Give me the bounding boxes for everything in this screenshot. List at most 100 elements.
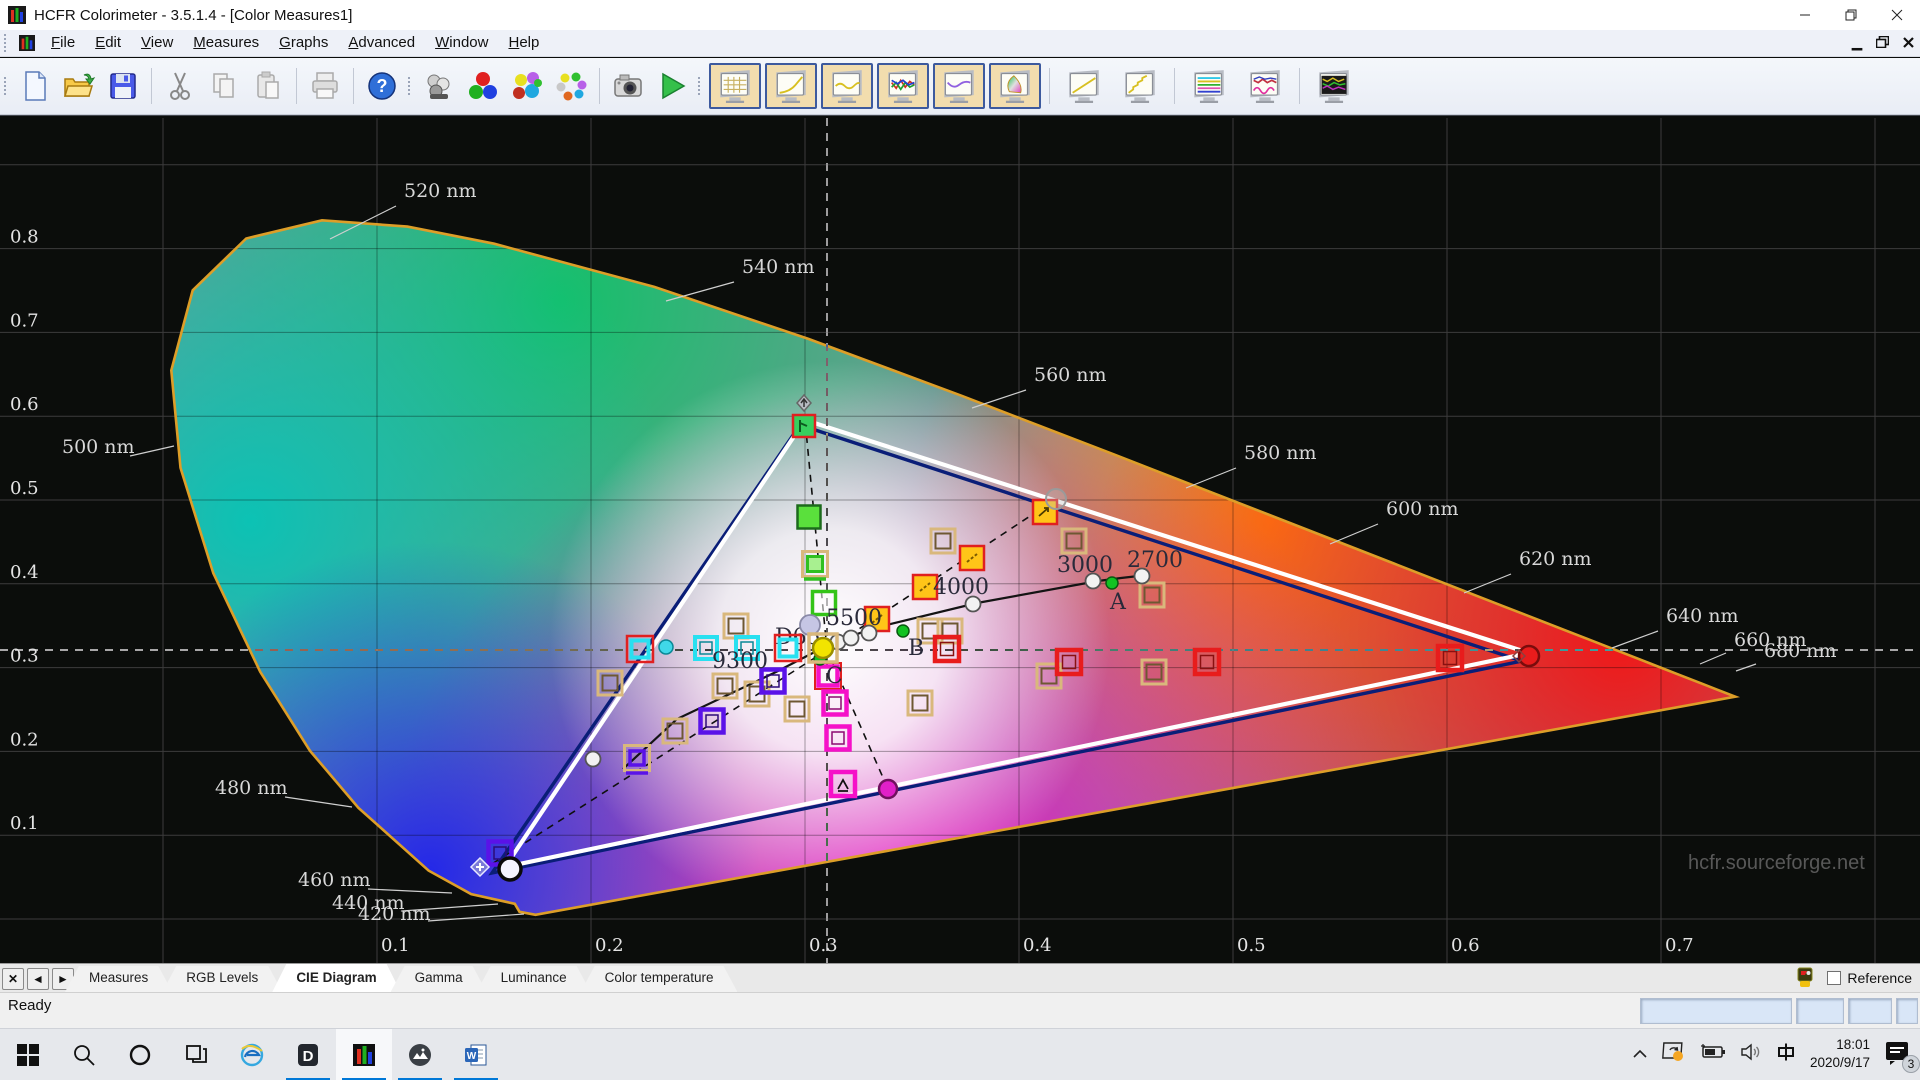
status-bar: Ready: [0, 992, 1920, 1028]
graph-button-delta-waves[interactable]: [1239, 63, 1291, 109]
taskbar-word-button[interactable]: W: [448, 1029, 504, 1080]
tab-gamma[interactable]: Gamma: [391, 966, 487, 992]
open-folder-button[interactable]: [57, 64, 101, 108]
wavelength-label: 600 nm: [1386, 498, 1459, 520]
menu-window[interactable]: Window: [425, 31, 498, 54]
y-axis-tick: 0.4: [10, 562, 39, 583]
mdi-close-button[interactable]: [1903, 36, 1914, 51]
menu-file[interactable]: File: [41, 31, 85, 54]
title-bar: HCFR Colorimeter - 3.5.1.4 - [Color Meas…: [0, 0, 1920, 30]
mdi-minimize-button[interactable]: ▁: [1852, 35, 1862, 51]
taskbar-gallery-button[interactable]: [392, 1029, 448, 1080]
menu-measures[interactable]: Measures: [183, 31, 269, 54]
taskbar-clock[interactable]: 18:01 2020/9/17: [1810, 1036, 1870, 1072]
run-button[interactable]: [650, 64, 694, 108]
toolbar-separator: [353, 68, 354, 104]
paste-button[interactable]: [246, 64, 290, 108]
wavelength-label: 640 nm: [1666, 605, 1739, 627]
taskbar-start-button[interactable]: [0, 1029, 56, 1080]
menu-advanced[interactable]: Advanced: [338, 31, 425, 54]
x-axis-tick: 0.1: [381, 935, 410, 956]
close-button[interactable]: [1874, 0, 1920, 30]
x-axis-tick: 0.2: [595, 935, 624, 956]
toolbar-separator: [296, 68, 297, 104]
toolbar-grip: [4, 77, 9, 95]
reference-label: Reference: [1847, 970, 1912, 986]
illuminant-label-5500: 5500: [826, 606, 882, 631]
volume-icon[interactable]: [1740, 1043, 1762, 1066]
taskbar-internet-explorer-button[interactable]: [224, 1029, 280, 1080]
sensor-status-icon: [1797, 967, 1813, 987]
wavelength-label: 540 nm: [742, 256, 815, 278]
taskbar-d-app-button[interactable]: D: [280, 1029, 336, 1080]
menu-view[interactable]: View: [131, 31, 183, 54]
tab-close-button[interactable]: ✕: [2, 968, 24, 990]
print-button[interactable]: [303, 64, 347, 108]
reference-checkbox[interactable]: [1827, 971, 1842, 985]
taskbar-hcfr-button[interactable]: [336, 1028, 392, 1080]
color-balls-button[interactable]: [505, 64, 549, 108]
status-panel: [1896, 998, 1918, 1024]
ime-indicator[interactable]: [1776, 1042, 1796, 1067]
graph-button-luma-line[interactable]: [1058, 63, 1110, 109]
reference-toggle[interactable]: Reference: [1827, 970, 1912, 986]
menu-bar: File Edit View Measures Graphs Advanced Window…: [0, 30, 1920, 57]
desktop: HCFR Colorimeter - 3.5.1.4 - [Color Meas…: [0, 0, 1920, 1080]
taskbar-task-view-button[interactable]: [168, 1029, 224, 1080]
window-title: HCFR Colorimeter - 3.5.1.4 - [Color Meas…: [34, 6, 353, 24]
new-document-button[interactable]: [13, 64, 57, 108]
svg-text:?: ?: [377, 76, 388, 96]
camera-button[interactable]: [606, 64, 650, 108]
menu-graphs[interactable]: Graphs: [269, 31, 338, 54]
tab-rgb-levels[interactable]: RGB Levels: [162, 966, 282, 992]
mdi-restore-button[interactable]: [1875, 35, 1890, 51]
graph-button-color-temp-curve[interactable]: [933, 63, 985, 109]
action-center-icon[interactable]: 3: [1884, 1039, 1920, 1073]
minimize-button[interactable]: [1782, 0, 1828, 30]
y-axis-tick: 0.8: [10, 227, 39, 248]
graph-button-dark-spectrum[interactable]: [1308, 63, 1360, 109]
battery-icon[interactable]: [1700, 1043, 1726, 1065]
y-axis-tick: 0.7: [10, 310, 39, 331]
watermark: hcfr.sourceforge.net: [1688, 852, 1865, 874]
graph-tab-bar: ✕ ◄ ► Measures RGB Levels CIE Diagram Gamma Lum…: [0, 963, 1920, 992]
menu-edit[interactable]: Edit: [85, 31, 131, 54]
tray-chevron-icon[interactable]: [1632, 1046, 1648, 1063]
tab-color-temperature[interactable]: Color temperature: [581, 966, 738, 992]
restore-button[interactable]: [1828, 0, 1874, 30]
copy-button[interactable]: [202, 64, 246, 108]
cie-chart-canvas[interactable]: D659300550040003000 2700ABC520 nm540 nm56…: [0, 116, 1920, 964]
cie-diagram-view[interactable]: D65 9300 5500 4000 3000 2700 A B C 520 nm 540 nm 56…: [0, 115, 1920, 964]
svg-text:D: D: [303, 1048, 314, 1065]
help-button[interactable]: ?: [360, 64, 404, 108]
cut-button[interactable]: [158, 64, 202, 108]
menu-help[interactable]: Help: [498, 31, 549, 54]
save-button[interactable]: [101, 64, 145, 108]
y-axis-tick: 0.1: [10, 813, 39, 834]
toolbar-separator: [1049, 68, 1050, 104]
wavelength-label: 520 nm: [404, 180, 477, 202]
taskbar-search-button[interactable]: [56, 1029, 112, 1080]
app-icon: [8, 6, 26, 24]
taskbar-cortana-button[interactable]: [112, 1029, 168, 1080]
graph-button-luminance-curve[interactable]: [821, 63, 873, 109]
graph-button-multi-lines[interactable]: [1183, 63, 1235, 109]
rgb-balls-button[interactable]: [461, 64, 505, 108]
illuminant-label-3000: 3000: [1057, 553, 1113, 578]
color-ring-button[interactable]: [549, 64, 593, 108]
graph-button-luma-steps[interactable]: [1114, 63, 1166, 109]
graph-button-gamma-curve[interactable]: [765, 63, 817, 109]
graph-button-measures-grid[interactable]: [709, 63, 761, 109]
tab-cie-diagram[interactable]: CIE Diagram: [272, 964, 400, 992]
toolbar: ?: [0, 58, 1920, 115]
graph-button-cie-diagram[interactable]: [989, 63, 1041, 109]
tab-measures[interactable]: Measures: [65, 966, 172, 992]
sync-center-icon[interactable]: [1661, 1041, 1686, 1068]
illuminant-label-9300: 9300: [712, 649, 768, 674]
tab-luminance[interactable]: Luminance: [477, 966, 591, 992]
graph-button-rgb-levels[interactable]: [877, 63, 929, 109]
x-axis-tick: 0.6: [1451, 935, 1480, 956]
tab-prev-button[interactable]: ◄: [27, 968, 49, 990]
gray-sensors-button[interactable]: [417, 64, 461, 108]
status-panel: [1640, 998, 1792, 1024]
